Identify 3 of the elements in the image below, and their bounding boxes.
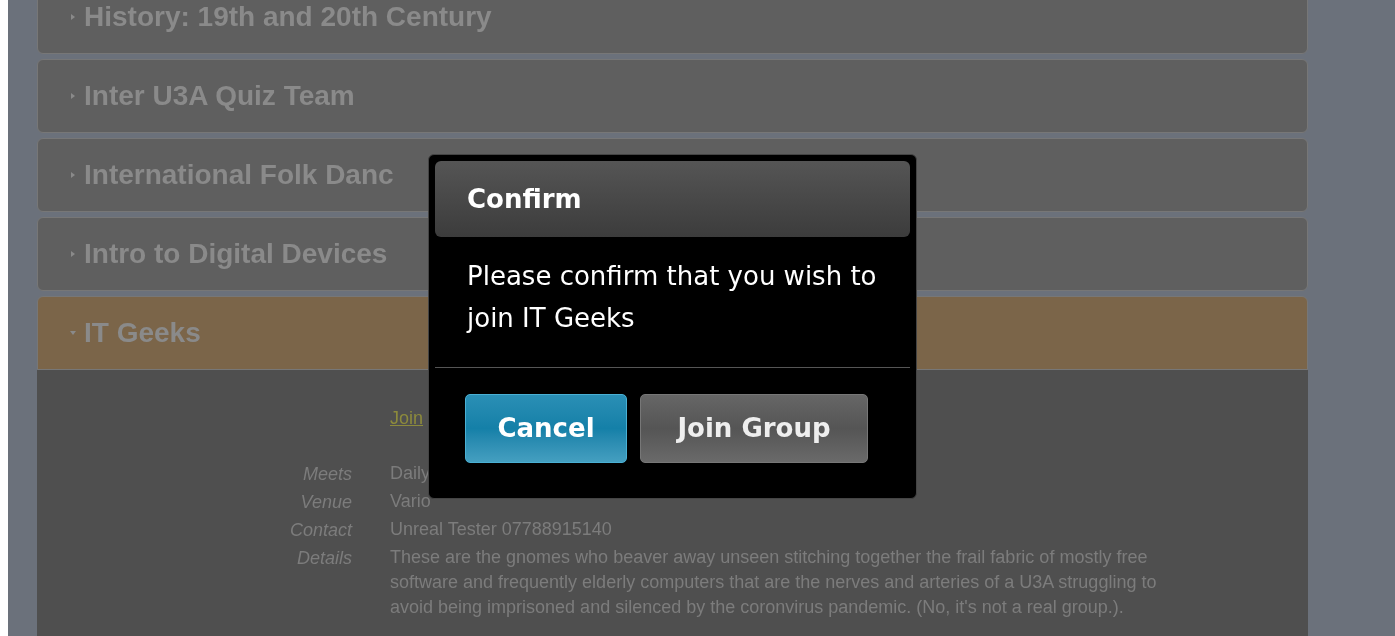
group-title: IT Geeks — [84, 316, 201, 350]
dialog-title: Confirm — [467, 182, 582, 216]
dialog-message: Please confirm that you wish to join IT Geeks — [465, 260, 878, 335]
